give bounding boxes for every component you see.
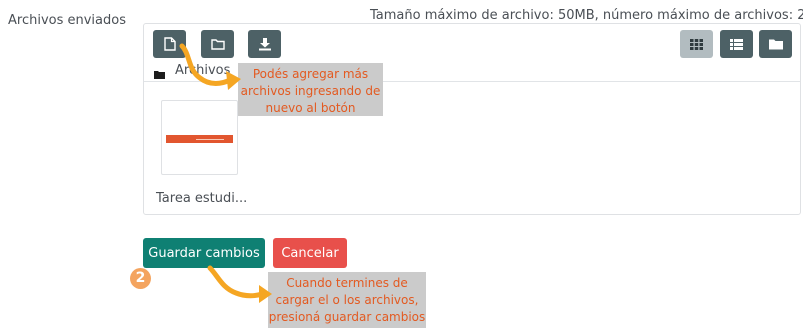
arrow-to-callout-1 bbox=[179, 43, 241, 90]
tutorial-arrows bbox=[179, 43, 272, 303]
arrow-to-callout-2 bbox=[207, 265, 272, 303]
